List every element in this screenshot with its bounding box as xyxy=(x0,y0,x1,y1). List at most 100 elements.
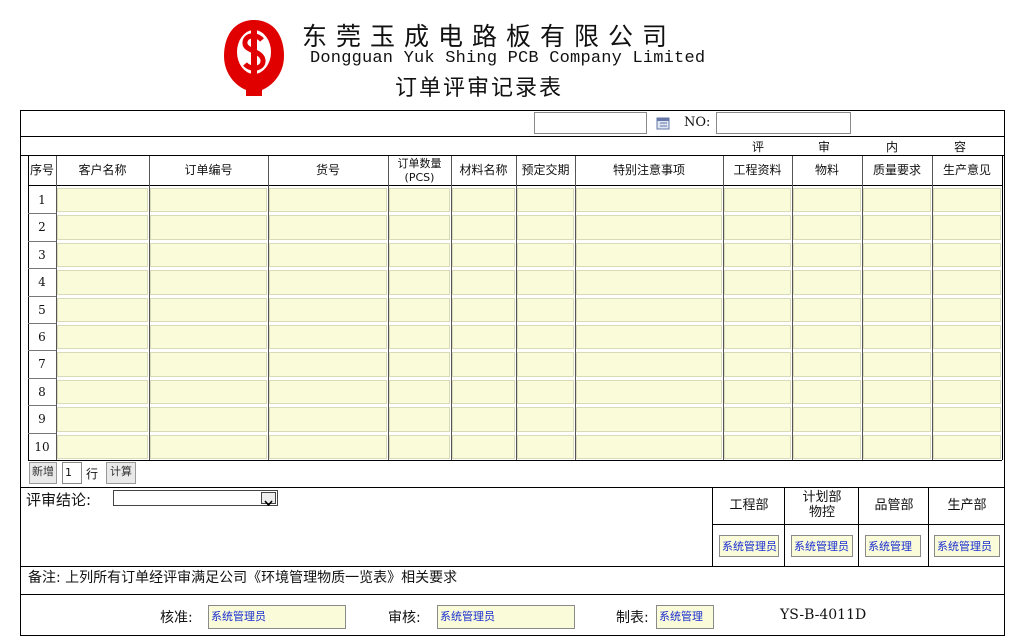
table-cell-input[interactable] xyxy=(389,270,450,295)
table-cell-input[interactable] xyxy=(269,297,387,322)
production-signer[interactable]: 系统管理员 xyxy=(934,535,1000,557)
engineering-signer[interactable]: 系统管理员 xyxy=(719,535,779,557)
table-cell-input[interactable] xyxy=(724,407,791,432)
table-cell-input[interactable] xyxy=(933,242,1001,268)
table-cell-input[interactable] xyxy=(57,434,148,459)
table-cell-input[interactable] xyxy=(269,325,387,350)
table-cell-input[interactable] xyxy=(724,215,791,240)
table-cell-input[interactable] xyxy=(576,215,722,240)
table-cell-input[interactable] xyxy=(150,379,267,405)
table-cell-input[interactable] xyxy=(150,242,267,268)
table-cell-input[interactable] xyxy=(724,325,791,350)
table-cell-input[interactable] xyxy=(576,242,722,268)
table-cell-input[interactable] xyxy=(389,379,450,405)
table-cell-input[interactable] xyxy=(793,325,861,350)
table-cell-input[interactable] xyxy=(933,352,1001,377)
table-cell-input[interactable] xyxy=(933,270,1001,295)
table-cell-input[interactable] xyxy=(863,325,931,350)
table-cell-input[interactable] xyxy=(452,242,515,268)
table-cell-input[interactable] xyxy=(150,325,267,350)
table-cell-input[interactable] xyxy=(793,270,861,295)
table-cell-input[interactable] xyxy=(576,188,722,213)
table-cell-input[interactable] xyxy=(452,434,515,459)
table-cell-input[interactable] xyxy=(576,407,722,432)
table-cell-input[interactable] xyxy=(863,270,931,295)
table-cell-input[interactable] xyxy=(724,188,791,213)
table-cell-input[interactable] xyxy=(863,434,931,459)
table-cell-input[interactable] xyxy=(269,407,387,432)
table-cell-input[interactable] xyxy=(933,188,1001,213)
review-field[interactable]: 系统管理员 xyxy=(437,605,575,629)
table-cell-input[interactable] xyxy=(389,352,450,377)
table-cell-input[interactable] xyxy=(269,379,387,405)
table-cell-input[interactable] xyxy=(389,242,450,268)
chevron-down-icon[interactable] xyxy=(261,492,276,507)
table-cell-input[interactable] xyxy=(517,352,574,377)
make-field[interactable]: 系统管理 xyxy=(656,605,714,629)
conclusion-select[interactable] xyxy=(113,490,278,507)
table-cell-input[interactable] xyxy=(150,270,267,295)
table-cell-input[interactable] xyxy=(863,379,931,405)
table-cell-input[interactable] xyxy=(793,188,861,213)
approve-field[interactable]: 系统管理员 xyxy=(208,605,346,629)
table-cell-input[interactable] xyxy=(863,188,931,213)
table-cell-input[interactable] xyxy=(452,297,515,322)
date-field[interactable] xyxy=(534,112,647,134)
table-cell-input[interactable] xyxy=(452,352,515,377)
table-cell-input[interactable] xyxy=(933,297,1001,322)
table-cell-input[interactable] xyxy=(269,242,387,268)
table-cell-input[interactable] xyxy=(517,242,574,268)
table-cell-input[interactable] xyxy=(576,297,722,322)
table-cell-input[interactable] xyxy=(389,325,450,350)
table-cell-input[interactable] xyxy=(389,297,450,322)
table-cell-input[interactable] xyxy=(389,407,450,432)
table-cell-input[interactable] xyxy=(57,270,148,295)
table-cell-input[interactable] xyxy=(576,352,722,377)
add-row-button[interactable]: 新增 xyxy=(29,462,57,484)
planning-signer[interactable]: 系统管理员 xyxy=(791,535,853,557)
table-cell-input[interactable] xyxy=(57,352,148,377)
no-field[interactable] xyxy=(716,112,851,134)
table-cell-input[interactable] xyxy=(724,242,791,268)
table-cell-input[interactable] xyxy=(724,270,791,295)
quality-signer[interactable]: 系统管理 xyxy=(865,535,921,557)
table-cell-input[interactable] xyxy=(724,434,791,459)
table-cell-input[interactable] xyxy=(269,352,387,377)
table-cell-input[interactable] xyxy=(150,188,267,213)
table-cell-input[interactable] xyxy=(863,297,931,322)
table-cell-input[interactable] xyxy=(57,379,148,405)
table-cell-input[interactable] xyxy=(150,434,267,459)
table-cell-input[interactable] xyxy=(57,242,148,268)
table-cell-input[interactable] xyxy=(793,297,861,322)
table-cell-input[interactable] xyxy=(933,407,1001,432)
table-cell-input[interactable] xyxy=(793,434,861,459)
table-cell-input[interactable] xyxy=(793,407,861,432)
table-cell-input[interactable] xyxy=(863,352,931,377)
table-cell-input[interactable] xyxy=(793,352,861,377)
table-cell-input[interactable] xyxy=(576,325,722,350)
table-cell-input[interactable] xyxy=(793,379,861,405)
calendar-icon[interactable] xyxy=(656,115,670,130)
table-cell-input[interactable] xyxy=(452,270,515,295)
table-cell-input[interactable] xyxy=(517,215,574,240)
table-cell-input[interactable] xyxy=(452,188,515,213)
table-cell-input[interactable] xyxy=(517,325,574,350)
table-cell-input[interactable] xyxy=(517,434,574,459)
table-cell-input[interactable] xyxy=(863,242,931,268)
table-cell-input[interactable] xyxy=(576,379,722,405)
table-cell-input[interactable] xyxy=(452,379,515,405)
table-cell-input[interactable] xyxy=(150,297,267,322)
table-cell-input[interactable] xyxy=(933,379,1001,405)
table-cell-input[interactable] xyxy=(57,215,148,240)
table-cell-input[interactable] xyxy=(724,379,791,405)
table-cell-input[interactable] xyxy=(933,215,1001,240)
table-cell-input[interactable] xyxy=(517,188,574,213)
table-cell-input[interactable] xyxy=(150,352,267,377)
table-cell-input[interactable] xyxy=(269,270,387,295)
table-cell-input[interactable] xyxy=(517,379,574,405)
row-count-input[interactable]: 1 xyxy=(62,462,82,484)
table-cell-input[interactable] xyxy=(57,407,148,432)
table-cell-input[interactable] xyxy=(576,270,722,295)
calculate-button[interactable]: 计算 xyxy=(106,462,136,484)
table-cell-input[interactable] xyxy=(517,297,574,322)
